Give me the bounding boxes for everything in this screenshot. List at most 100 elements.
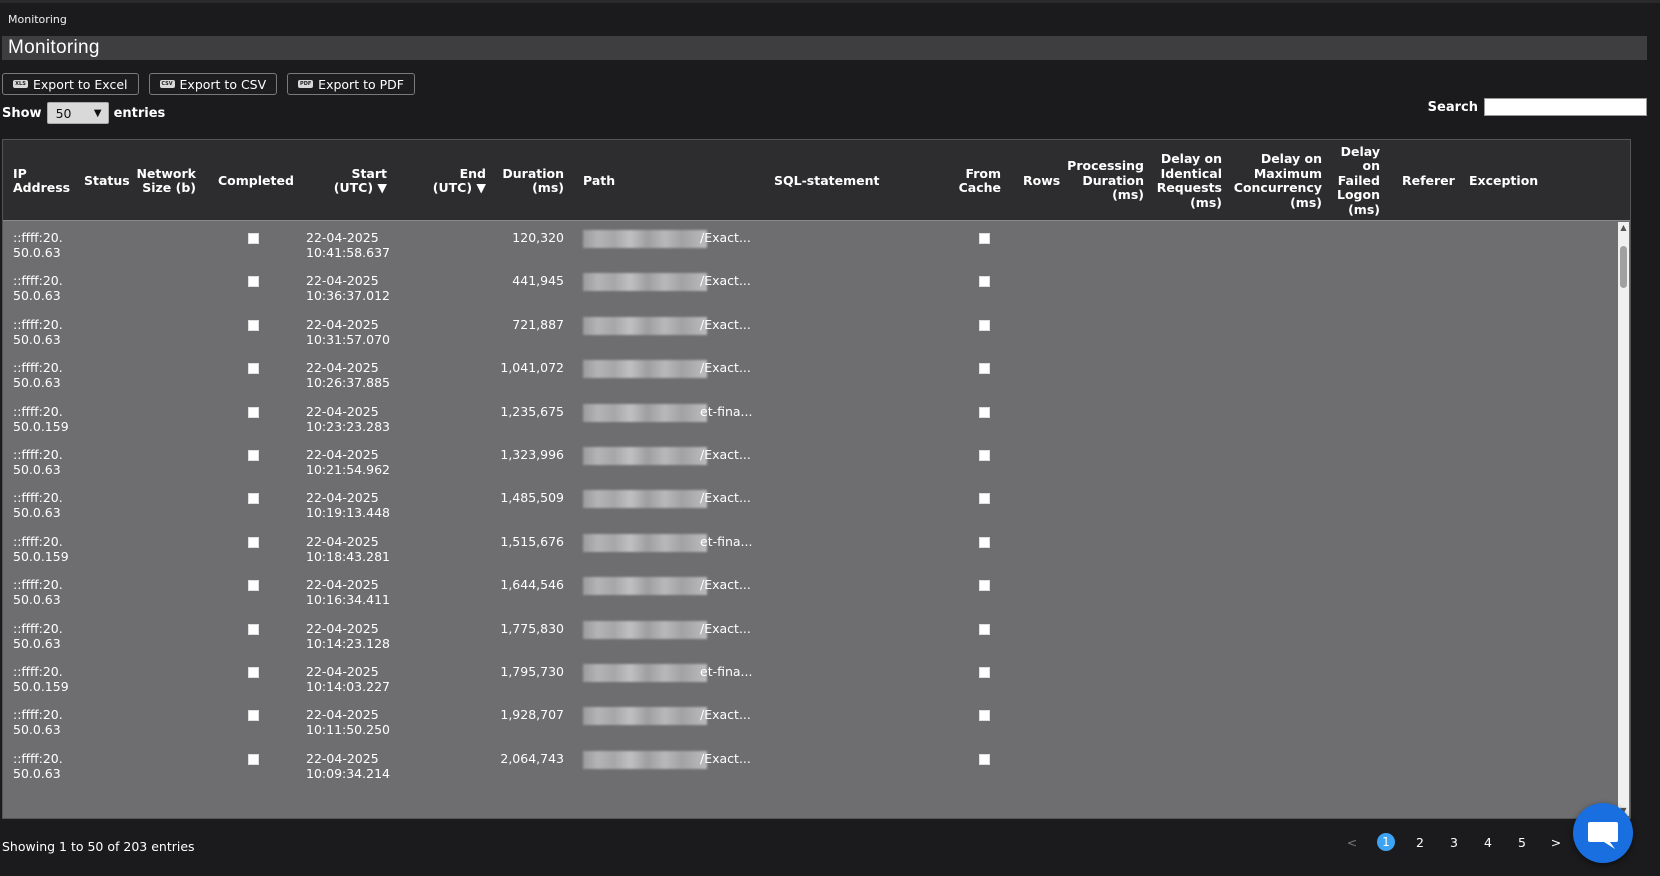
from-cache-checkbox[interactable] xyxy=(979,233,990,244)
completed-checkbox[interactable] xyxy=(248,276,259,288)
pagination-page-2[interactable]: 2 xyxy=(1403,831,1437,853)
column-header-delay-failed[interactable]: Delay on Failed Logon (ms) xyxy=(1337,144,1380,218)
cell-start-utc: 22-04-2025 10:26:37.885 xyxy=(306,360,390,391)
cell-duration: 1,515,676 xyxy=(500,533,564,549)
completed-checkbox[interactable] xyxy=(248,536,259,548)
scroll-thumb[interactable] xyxy=(1620,246,1627,288)
export-csv-button[interactable]: CSV Export to CSV xyxy=(148,73,278,95)
cell-duration: 1,644,546 xyxy=(500,577,564,593)
search-input[interactable] xyxy=(1484,98,1647,116)
table-row[interactable]: ::ffff:20. 50.0.63 22-04-2025 10:11:50.25… xyxy=(3,703,1623,749)
completed-checkbox[interactable] xyxy=(248,450,259,461)
redacted-path xyxy=(583,533,707,552)
pagination-prev[interactable]: < xyxy=(1335,831,1369,853)
pagination-page-1[interactable]: 1 xyxy=(1369,831,1403,853)
column-header-delay-max[interactable]: Delay on Maximum Concurrency (ms) xyxy=(1234,151,1322,210)
cell-path[interactable]: /Exact... xyxy=(700,273,751,288)
table-row[interactable]: ::ffff:20. 50.0.63 22-04-2025 10:41:58.63… xyxy=(3,226,1623,272)
table-row[interactable]: ::ffff:20. 50.0.63 22-04-2025 10:26:37.88… xyxy=(3,356,1623,402)
completed-checkbox[interactable] xyxy=(248,710,259,722)
cell-path[interactable]: /Exact... xyxy=(700,490,751,505)
completed-checkbox[interactable] xyxy=(248,753,259,765)
completed-checkbox[interactable] xyxy=(248,363,259,375)
cell-path[interactable]: et-fina... xyxy=(700,664,752,679)
from-cache-checkbox[interactable] xyxy=(979,710,990,722)
cell-path[interactable]: /Exact... xyxy=(700,230,751,245)
table-row[interactable]: ::ffff:20. 50.0.63 22-04-2025 10:09:34.21… xyxy=(3,747,1623,793)
from-cache-checkbox[interactable] xyxy=(979,667,990,678)
cell-path[interactable]: /Exact... xyxy=(700,577,751,592)
column-header-referer[interactable]: Referer xyxy=(1402,173,1455,189)
from-cache-checkbox[interactable] xyxy=(979,623,990,635)
cell-path[interactable]: /Exact... xyxy=(700,621,751,636)
from-cache-checkbox[interactable] xyxy=(979,276,990,288)
completed-checkbox[interactable] xyxy=(248,406,259,418)
column-header-start[interactable]: Start (UTC) ▼ xyxy=(334,166,387,196)
column-header-duration[interactable]: Duration (ms) xyxy=(502,166,564,196)
cell-path[interactable]: /Exact... xyxy=(700,707,751,722)
scroll-up-icon[interactable]: ▲ xyxy=(1618,222,1629,233)
column-header-ip[interactable]: IP Address xyxy=(13,166,70,196)
completed-checkbox[interactable] xyxy=(248,493,259,505)
column-header-end[interactable]: End (UTC) ▼ xyxy=(433,166,486,196)
entries-label: entries xyxy=(113,105,166,121)
from-cache-checkbox[interactable] xyxy=(979,580,990,592)
column-header-rows[interactable]: Rows xyxy=(1023,173,1060,189)
table-info: Showing 1 to 50 of 203 entries xyxy=(2,839,195,854)
completed-checkbox[interactable] xyxy=(248,233,259,244)
cell-path[interactable]: /Exact... xyxy=(700,447,751,462)
show-label: Show xyxy=(2,105,42,121)
pagination-page-5[interactable]: 5 xyxy=(1505,831,1539,853)
from-cache-checkbox[interactable] xyxy=(979,753,990,765)
entries-select[interactable]: 50 ▼ xyxy=(46,102,109,124)
table-row[interactable]: ::ffff:20. 50.0.63 22-04-2025 10:14:23.12… xyxy=(3,617,1623,663)
redacted-path xyxy=(583,750,707,769)
column-header-completed[interactable]: Completed xyxy=(218,173,294,189)
cell-path[interactable]: /Exact... xyxy=(700,317,751,332)
column-header-exception[interactable]: Exception xyxy=(1469,173,1538,189)
pagination-page-3[interactable]: 3 xyxy=(1437,831,1471,853)
column-header-status[interactable]: Status xyxy=(84,173,130,189)
pagination-page-4[interactable]: 4 xyxy=(1471,831,1505,853)
from-cache-checkbox[interactable] xyxy=(979,363,990,375)
column-header-processing[interactable]: Processing Duration (ms) xyxy=(1067,159,1144,203)
column-header-delay-identical[interactable]: Delay on Identical Requests (ms) xyxy=(1157,151,1222,210)
table-row[interactable]: ::ffff:20. 50.0.63 22-04-2025 10:21:54.96… xyxy=(3,443,1623,489)
column-header-from-cache[interactable]: From Cache xyxy=(959,166,1001,196)
export-pdf-label: Export to PDF xyxy=(318,76,404,92)
cell-ip-address: ::ffff:20. 50.0.63 xyxy=(13,577,63,608)
cell-path[interactable]: et-fina... xyxy=(700,534,752,549)
table-scrollbar[interactable]: ▲ ▼ xyxy=(1618,222,1629,816)
cell-start-utc: 22-04-2025 10:14:23.128 xyxy=(306,620,390,651)
search-label: Search xyxy=(1427,99,1478,115)
cell-ip-address: ::ffff:20. 50.0.63 xyxy=(13,750,63,781)
completed-checkbox[interactable] xyxy=(248,623,259,635)
completed-checkbox[interactable] xyxy=(248,580,259,592)
export-pdf-button[interactable]: PDF Export to PDF xyxy=(287,73,415,95)
cell-path[interactable]: /Exact... xyxy=(700,751,751,766)
table-row[interactable]: ::ffff:20. 50.0.159 22-04-2025 10:14:03.2… xyxy=(3,660,1623,706)
from-cache-checkbox[interactable] xyxy=(979,319,990,331)
table-row[interactable]: ::ffff:20. 50.0.63 22-04-2025 10:36:37.01… xyxy=(3,269,1623,315)
table-row[interactable]: ::ffff:20. 50.0.63 22-04-2025 10:19:13.44… xyxy=(3,486,1623,532)
cell-path[interactable]: et-fina... xyxy=(700,404,752,419)
cell-path[interactable]: /Exact... xyxy=(700,360,751,375)
from-cache-checkbox[interactable] xyxy=(979,450,990,461)
export-excel-button[interactable]: XLS Export to Excel xyxy=(2,73,139,95)
column-header-path[interactable]: Path xyxy=(583,173,615,189)
pagination-next[interactable]: > xyxy=(1539,831,1573,853)
table-row[interactable]: ::ffff:20. 50.0.63 22-04-2025 10:31:57.07… xyxy=(3,313,1623,359)
from-cache-checkbox[interactable] xyxy=(979,493,990,505)
cell-duration: 1,928,707 xyxy=(500,707,564,723)
cell-ip-address: ::ffff:20. 50.0.159 xyxy=(13,533,69,564)
from-cache-checkbox[interactable] xyxy=(979,536,990,548)
table-row[interactable]: ::ffff:20. 50.0.159 22-04-2025 10:18:43.2… xyxy=(3,530,1623,576)
chat-button[interactable] xyxy=(1573,803,1633,863)
table-row[interactable]: ::ffff:20. 50.0.63 22-04-2025 10:16:34.41… xyxy=(3,573,1623,619)
column-header-network[interactable]: Network Size (b) xyxy=(136,166,196,196)
completed-checkbox[interactable] xyxy=(248,667,259,678)
table-row[interactable]: ::ffff:20. 50.0.159 22-04-2025 10:23:23.2… xyxy=(3,400,1623,446)
completed-checkbox[interactable] xyxy=(248,319,259,331)
from-cache-checkbox[interactable] xyxy=(979,406,990,418)
column-header-sql[interactable]: SQL-statement xyxy=(774,173,879,189)
